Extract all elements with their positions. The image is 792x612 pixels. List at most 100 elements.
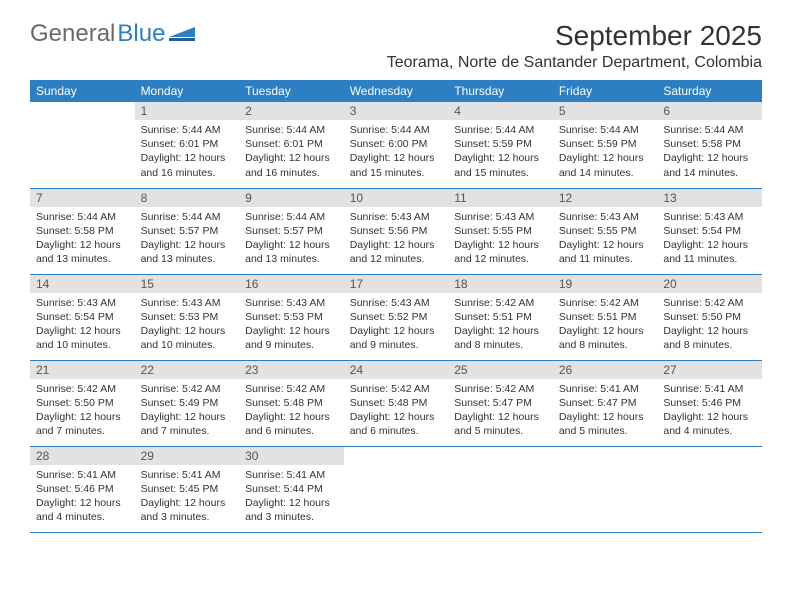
calendar-cell: 22Sunrise: 5:42 AMSunset: 5:49 PMDayligh… (135, 360, 240, 446)
day-data: Sunrise: 5:42 AMSunset: 5:50 PMDaylight:… (30, 379, 135, 445)
logo-text-blue: Blue (117, 20, 165, 48)
calendar-cell: 16Sunrise: 5:43 AMSunset: 5:53 PMDayligh… (239, 274, 344, 360)
day-number: 22 (135, 361, 240, 379)
calendar-week-row: 21Sunrise: 5:42 AMSunset: 5:50 PMDayligh… (30, 360, 762, 446)
day-number: 16 (239, 275, 344, 293)
calendar-cell: 11Sunrise: 5:43 AMSunset: 5:55 PMDayligh… (448, 188, 553, 274)
day-header: Wednesday (344, 80, 449, 102)
calendar-cell: 18Sunrise: 5:42 AMSunset: 5:51 PMDayligh… (448, 274, 553, 360)
day-data: Sunrise: 5:44 AMSunset: 6:01 PMDaylight:… (135, 120, 240, 186)
calendar-cell: 27Sunrise: 5:41 AMSunset: 5:46 PMDayligh… (657, 360, 762, 446)
day-header: Saturday (657, 80, 762, 102)
day-data: Sunrise: 5:42 AMSunset: 5:51 PMDaylight:… (553, 293, 658, 359)
day-number: 5 (553, 102, 658, 120)
calendar-cell: 15Sunrise: 5:43 AMSunset: 5:53 PMDayligh… (135, 274, 240, 360)
day-data: Sunrise: 5:43 AMSunset: 5:55 PMDaylight:… (448, 207, 553, 273)
day-data: Sunrise: 5:43 AMSunset: 5:53 PMDaylight:… (239, 293, 344, 359)
calendar-cell: 17Sunrise: 5:43 AMSunset: 5:52 PMDayligh… (344, 274, 449, 360)
calendar-cell: 23Sunrise: 5:42 AMSunset: 5:48 PMDayligh… (239, 360, 344, 446)
day-number: 21 (30, 361, 135, 379)
day-number: 18 (448, 275, 553, 293)
day-data: Sunrise: 5:42 AMSunset: 5:51 PMDaylight:… (448, 293, 553, 359)
day-data: Sunrise: 5:44 AMSunset: 6:01 PMDaylight:… (239, 120, 344, 186)
day-data: Sunrise: 5:43 AMSunset: 5:53 PMDaylight:… (135, 293, 240, 359)
day-data: Sunrise: 5:41 AMSunset: 5:46 PMDaylight:… (30, 465, 135, 531)
day-number: 30 (239, 447, 344, 465)
day-header: Friday (553, 80, 658, 102)
calendar-cell: 10Sunrise: 5:43 AMSunset: 5:56 PMDayligh… (344, 188, 449, 274)
day-data: Sunrise: 5:41 AMSunset: 5:44 PMDaylight:… (239, 465, 344, 531)
calendar-cell: 6Sunrise: 5:44 AMSunset: 5:58 PMDaylight… (657, 102, 762, 188)
day-data: Sunrise: 5:44 AMSunset: 5:58 PMDaylight:… (30, 207, 135, 273)
day-data: Sunrise: 5:44 AMSunset: 5:59 PMDaylight:… (448, 120, 553, 186)
calendar-cell: 12Sunrise: 5:43 AMSunset: 5:55 PMDayligh… (553, 188, 658, 274)
day-number: 12 (553, 189, 658, 207)
calendar-cell: 26Sunrise: 5:41 AMSunset: 5:47 PMDayligh… (553, 360, 658, 446)
calendar-cell: 8Sunrise: 5:44 AMSunset: 5:57 PMDaylight… (135, 188, 240, 274)
logo: GeneralBlue (30, 20, 195, 48)
logo-text-general: General (30, 20, 115, 48)
day-data: Sunrise: 5:42 AMSunset: 5:50 PMDaylight:… (657, 293, 762, 359)
day-data: Sunrise: 5:42 AMSunset: 5:47 PMDaylight:… (448, 379, 553, 445)
header: GeneralBlue September 2025 Teorama, Nort… (30, 20, 762, 72)
calendar-week-row: 14Sunrise: 5:43 AMSunset: 5:54 PMDayligh… (30, 274, 762, 360)
calendar-week-row: 1Sunrise: 5:44 AMSunset: 6:01 PMDaylight… (30, 102, 762, 188)
calendar-cell (344, 446, 449, 532)
day-number: 1 (135, 102, 240, 120)
calendar-body: 1Sunrise: 5:44 AMSunset: 6:01 PMDaylight… (30, 102, 762, 532)
day-number: 3 (344, 102, 449, 120)
calendar-cell: 4Sunrise: 5:44 AMSunset: 5:59 PMDaylight… (448, 102, 553, 188)
day-data: Sunrise: 5:43 AMSunset: 5:52 PMDaylight:… (344, 293, 449, 359)
calendar-cell (448, 446, 553, 532)
day-data: Sunrise: 5:42 AMSunset: 5:48 PMDaylight:… (344, 379, 449, 445)
day-header: Thursday (448, 80, 553, 102)
calendar-week-row: 7Sunrise: 5:44 AMSunset: 5:58 PMDaylight… (30, 188, 762, 274)
location: Teorama, Norte de Santander Department, … (387, 54, 762, 72)
day-number: 19 (553, 275, 658, 293)
calendar-cell: 9Sunrise: 5:44 AMSunset: 5:57 PMDaylight… (239, 188, 344, 274)
day-number: 9 (239, 189, 344, 207)
calendar-table: SundayMondayTuesdayWednesdayThursdayFrid… (30, 80, 762, 533)
day-number: 13 (657, 189, 762, 207)
day-number: 7 (30, 189, 135, 207)
title-block: September 2025 Teorama, Norte de Santand… (387, 20, 762, 72)
calendar-cell: 14Sunrise: 5:43 AMSunset: 5:54 PMDayligh… (30, 274, 135, 360)
calendar-cell: 19Sunrise: 5:42 AMSunset: 5:51 PMDayligh… (553, 274, 658, 360)
calendar-cell: 24Sunrise: 5:42 AMSunset: 5:48 PMDayligh… (344, 360, 449, 446)
day-number: 6 (657, 102, 762, 120)
day-number: 8 (135, 189, 240, 207)
day-data: Sunrise: 5:41 AMSunset: 5:46 PMDaylight:… (657, 379, 762, 445)
calendar-cell (553, 446, 658, 532)
day-number: 15 (135, 275, 240, 293)
day-data: Sunrise: 5:42 AMSunset: 5:48 PMDaylight:… (239, 379, 344, 445)
day-number: 4 (448, 102, 553, 120)
day-data: Sunrise: 5:44 AMSunset: 6:00 PMDaylight:… (344, 120, 449, 186)
calendar-cell: 30Sunrise: 5:41 AMSunset: 5:44 PMDayligh… (239, 446, 344, 532)
calendar-cell: 29Sunrise: 5:41 AMSunset: 5:45 PMDayligh… (135, 446, 240, 532)
day-data: Sunrise: 5:41 AMSunset: 5:45 PMDaylight:… (135, 465, 240, 531)
day-number: 10 (344, 189, 449, 207)
day-number: 28 (30, 447, 135, 465)
calendar-cell: 20Sunrise: 5:42 AMSunset: 5:50 PMDayligh… (657, 274, 762, 360)
day-data: Sunrise: 5:44 AMSunset: 5:57 PMDaylight:… (135, 207, 240, 273)
day-number: 23 (239, 361, 344, 379)
day-data: Sunrise: 5:44 AMSunset: 5:58 PMDaylight:… (657, 120, 762, 186)
calendar-cell (657, 446, 762, 532)
day-number: 2 (239, 102, 344, 120)
calendar-cell: 2Sunrise: 5:44 AMSunset: 6:01 PMDaylight… (239, 102, 344, 188)
day-number: 11 (448, 189, 553, 207)
calendar-cell: 21Sunrise: 5:42 AMSunset: 5:50 PMDayligh… (30, 360, 135, 446)
calendar-cell: 13Sunrise: 5:43 AMSunset: 5:54 PMDayligh… (657, 188, 762, 274)
day-number: 29 (135, 447, 240, 465)
calendar-cell: 7Sunrise: 5:44 AMSunset: 5:58 PMDaylight… (30, 188, 135, 274)
day-data: Sunrise: 5:42 AMSunset: 5:49 PMDaylight:… (135, 379, 240, 445)
day-number: 25 (448, 361, 553, 379)
day-data: Sunrise: 5:43 AMSunset: 5:55 PMDaylight:… (553, 207, 658, 273)
flag-icon (169, 20, 195, 48)
day-number: 20 (657, 275, 762, 293)
day-data: Sunrise: 5:44 AMSunset: 5:57 PMDaylight:… (239, 207, 344, 273)
day-data: Sunrise: 5:44 AMSunset: 5:59 PMDaylight:… (553, 120, 658, 186)
calendar-cell: 25Sunrise: 5:42 AMSunset: 5:47 PMDayligh… (448, 360, 553, 446)
day-header: Sunday (30, 80, 135, 102)
month-title: September 2025 (387, 20, 762, 52)
